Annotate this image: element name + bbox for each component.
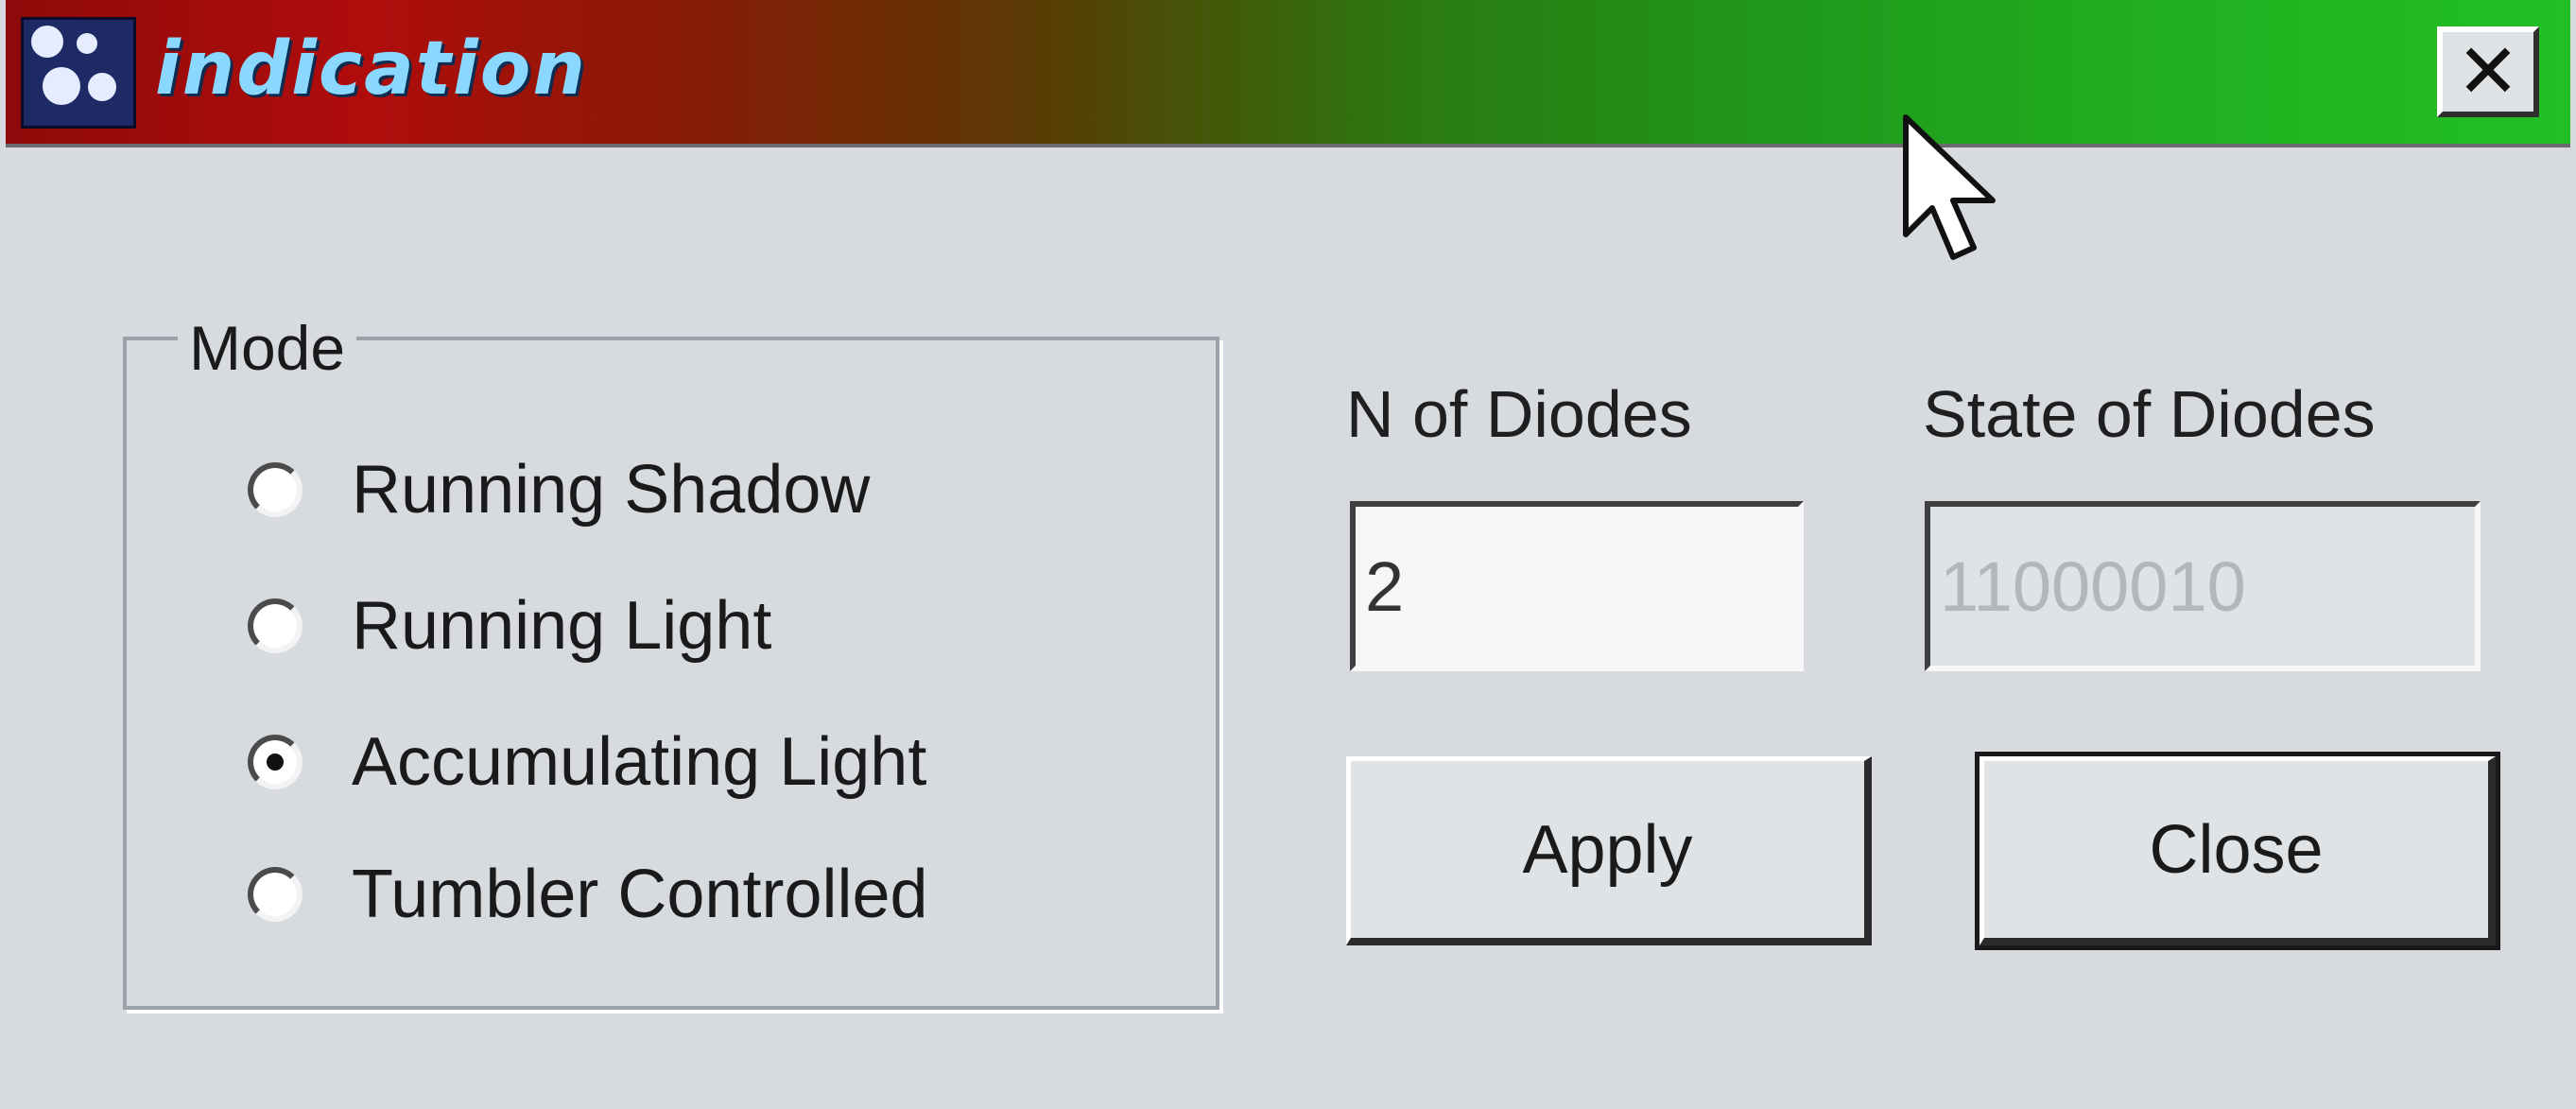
n-of-diodes-input[interactable]: 2 [1350,501,1804,671]
radio-label: Accumulating Light [352,724,927,800]
mode-group-label: Mode [178,312,357,384]
radio-tumbler-controlled[interactable]: Tumbler Controlled [248,847,928,942]
radio-running-shadow[interactable]: Running Shadow [248,442,870,537]
n-of-diodes-label: N of Diodes [1346,377,1692,451]
state-of-diodes-label: State of Diodes [1923,377,2376,451]
radio-label: Running Light [352,588,772,664]
mouse-pointer-icon [1903,114,1996,260]
radio-button[interactable] [248,598,303,653]
state-of-diodes-field: 11000010 [1925,501,2481,671]
title-bar[interactable]: indication ✕ [6,0,2570,147]
radio-button-selected[interactable] [248,735,303,789]
radio-button[interactable] [248,867,303,922]
indication-dialog: indication ✕ Mode Running Shadow Running… [0,0,2576,1109]
apply-button[interactable]: Apply [1346,756,1872,945]
radio-accumulating-light[interactable]: Accumulating Light [248,715,926,809]
radio-button[interactable] [248,462,303,517]
radio-label: Running Shadow [352,452,871,528]
radio-running-light[interactable]: Running Light [248,579,771,673]
radio-label: Tumbler Controlled [352,857,928,932]
close-button[interactable]: Close [1975,752,2500,950]
app-icon[interactable] [21,17,136,129]
window-title: indication [155,26,587,112]
close-icon[interactable]: ✕ [2437,26,2539,117]
